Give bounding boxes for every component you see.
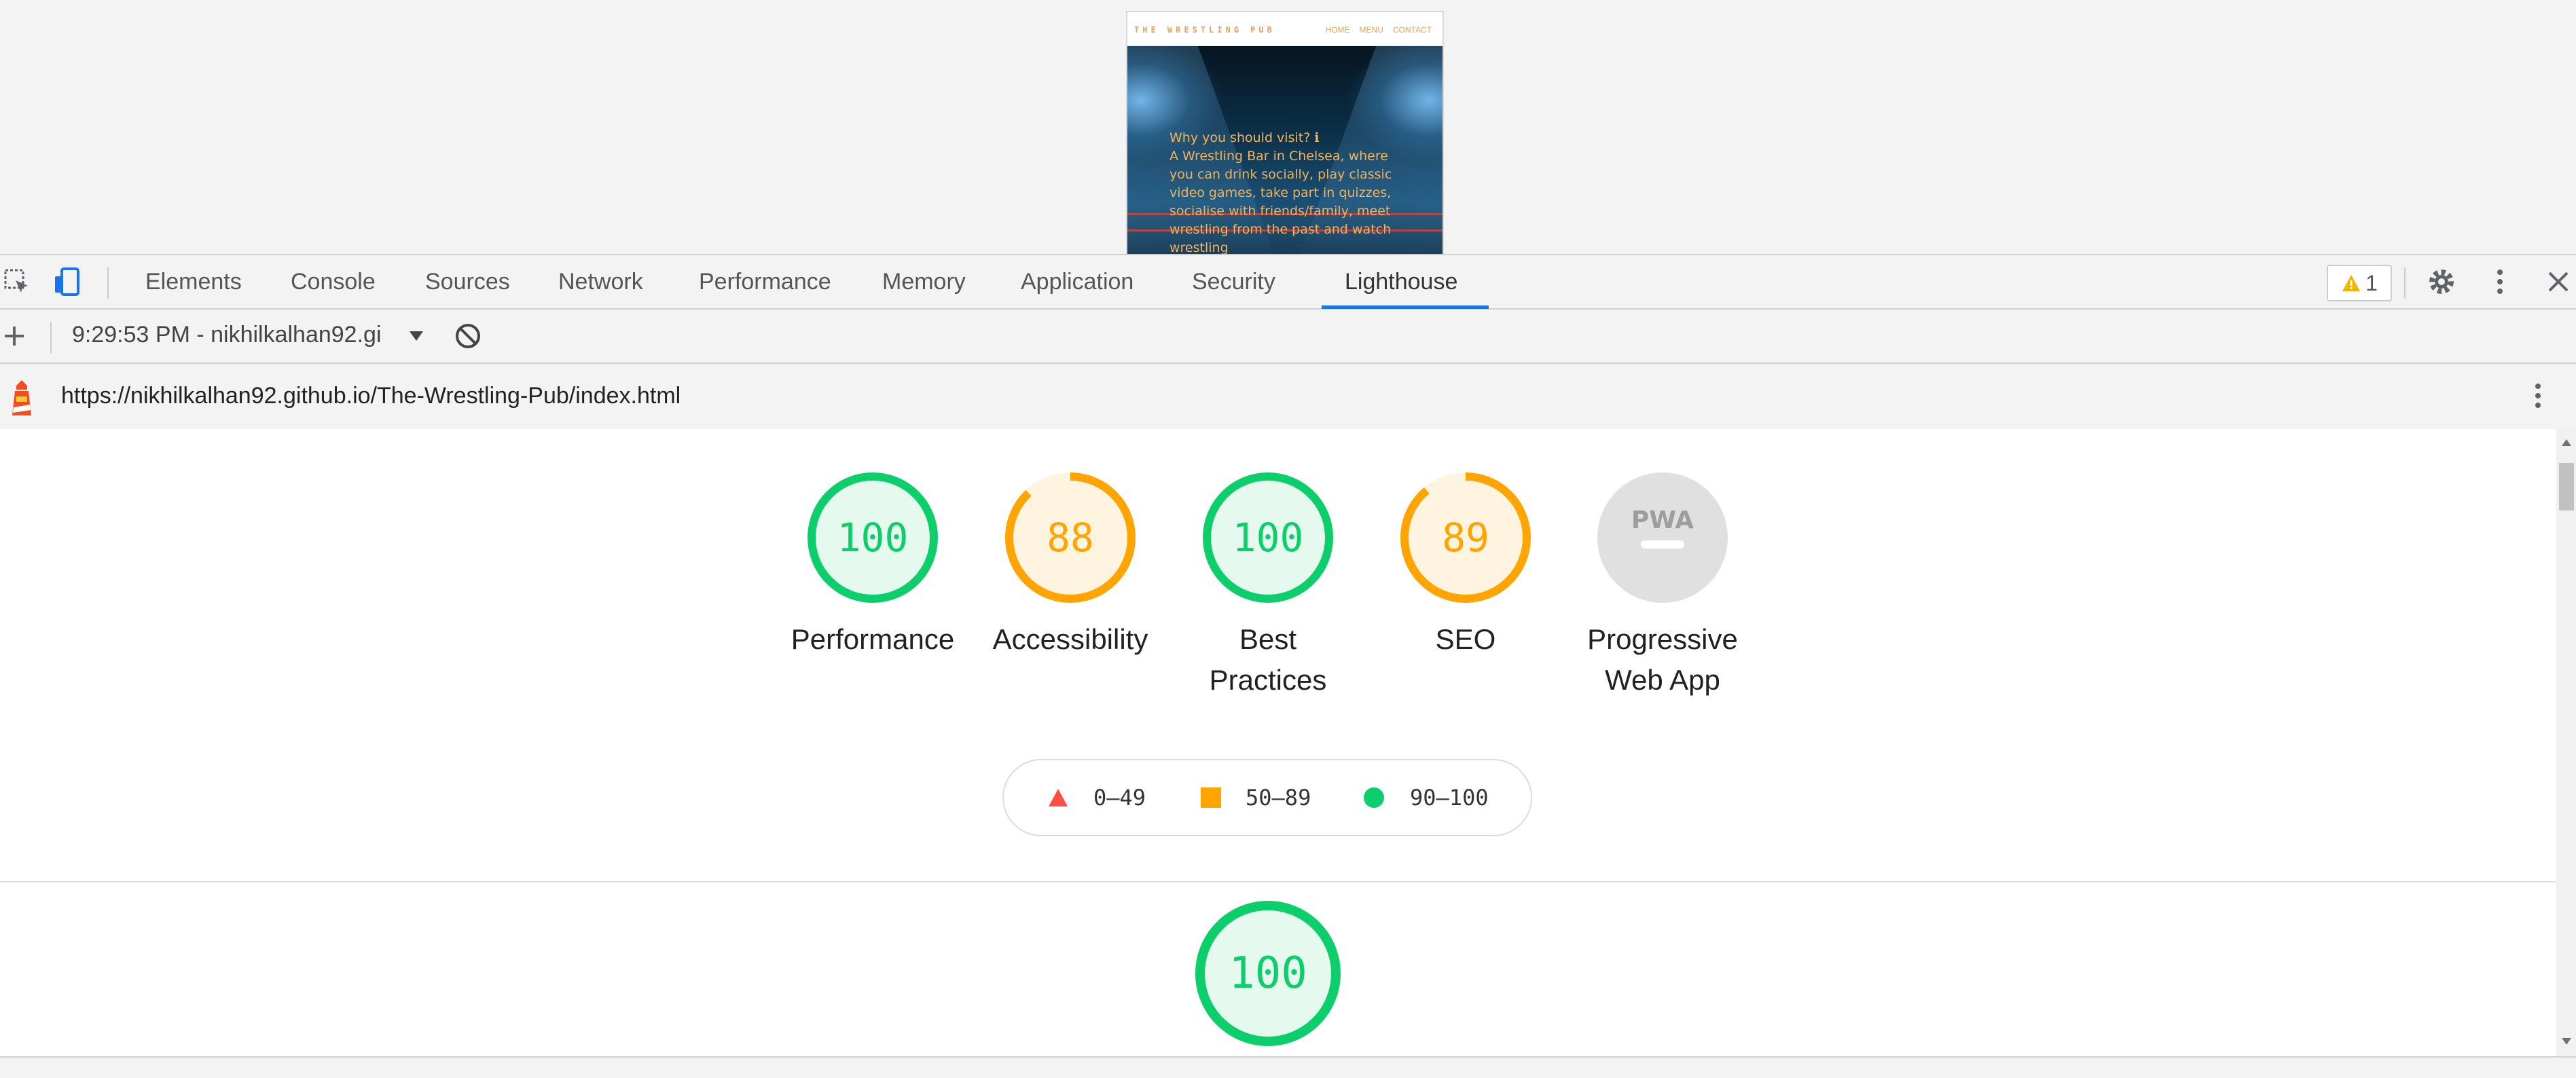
hero-line: wrestling from the past and watch [1169, 222, 1392, 237]
gauge-label-line: Performance [791, 623, 955, 655]
report-selector[interactable]: 9:29:53 PM - nikhilkalhan92.gi [72, 322, 398, 348]
gauge-label-line: Practices [1209, 664, 1327, 696]
pwa-badge-text: PWA [1631, 506, 1694, 534]
gauge-label: Accessibility [972, 619, 1169, 660]
device-viewport: THE WRESTLING PUB HOME MENU CONTACT Why … [1127, 12, 1443, 254]
more-options-icon[interactable] [2483, 265, 2517, 299]
gauge-label-line: Accessibility [992, 623, 1148, 655]
hero-line: A Wrestling Bar in Chelsea, where [1169, 149, 1388, 164]
site-header: THE WRESTLING PUB HOME MENU CONTACT [1127, 12, 1443, 46]
gauge-label: SEO [1367, 619, 1564, 660]
gauge-ring: 100 [1195, 901, 1341, 1046]
hero-line: socialise with friends/family, meet [1169, 204, 1391, 219]
performance-detail-gauge: 100 [1169, 899, 1366, 1048]
hero-text: Why you should visit? ℹ A Wrestling Bar … [1169, 129, 1407, 254]
hero-line: wrestling [1169, 240, 1229, 254]
toolbar-separator [2404, 267, 2406, 299]
tab-security[interactable]: Security [1192, 269, 1275, 295]
warnings-count: 1 [2365, 270, 2378, 295]
toolbar-separator [107, 267, 109, 299]
average-square-icon [1201, 787, 1221, 808]
pwa-badge-background [1597, 472, 1728, 603]
page-preview-area: THE WRESTLING PUB HOME MENU CONTACT Why … [0, 0, 2576, 254]
report-url[interactable]: https://nikhilkalhan92.github.io/The-Wre… [61, 383, 681, 409]
site-logo[interactable]: THE WRESTLING PUB [1134, 25, 1275, 35]
hero-banner: Why you should visit? ℹ A Wrestling Bar … [1127, 46, 1443, 254]
gauge-label: Performance [774, 619, 971, 660]
tab-performance[interactable]: Performance [699, 269, 831, 295]
report-url-bar: https://nikhilkalhan92.github.io/The-Wre… [0, 364, 2576, 429]
lighthouse-toolbar: 9:29:53 PM - nikhilkalhan92.gi [0, 310, 2576, 364]
dropdown-arrow-icon[interactable] [399, 319, 433, 353]
score-legend: 0–49 50–89 90–100 [1002, 759, 1532, 836]
lighthouse-report: 100 Performance 88 Accessibility 100 Bes… [0, 429, 2556, 1056]
site-nav: HOME MENU CONTACT [1326, 25, 1432, 35]
gauge-label-line: Web App [1605, 664, 1720, 696]
device-toolbar-icon[interactable] [50, 265, 84, 299]
gauge-score-value: 100 [837, 515, 909, 561]
gauge-label: Best Practices [1169, 619, 1366, 701]
inspect-element-icon[interactable] [0, 265, 34, 299]
warning-icon [2342, 275, 2361, 291]
gauge-label-line: SEO [1435, 623, 1496, 655]
gauge-ring: 100 [808, 472, 938, 603]
tab-application[interactable]: Application [1021, 269, 1133, 295]
scrollbar-thumb[interactable] [2559, 463, 2574, 510]
gauge-label-line: Progressive [1587, 623, 1738, 655]
tab-lighthouse[interactable]: Lighthouse [1345, 269, 1457, 295]
hero-line: video games, take part in quizzes, [1169, 185, 1392, 200]
scroll-up-arrow-icon[interactable] [2561, 439, 2572, 447]
gauge-score-value: 89 [1442, 515, 1489, 561]
score-gauge-accessibility[interactable]: 88 Accessibility [972, 470, 1169, 660]
drawer-bar [0, 1056, 2576, 1078]
close-devtools-icon[interactable] [2541, 265, 2575, 299]
report-scrollbar[interactable] [2556, 429, 2576, 1056]
score-gauge-seo[interactable]: 89 SEO [1367, 470, 1564, 660]
toolbar-separator [50, 322, 52, 353]
gauge-ring: 100 [1203, 472, 1333, 603]
clear-reports-icon[interactable] [451, 319, 485, 353]
tab-memory[interactable]: Memory [882, 269, 966, 295]
gauge-score-value: 100 [1233, 515, 1304, 561]
nav-menu-link[interactable]: MENU [1360, 25, 1383, 35]
pwa-badge: PWA [1597, 472, 1728, 603]
tab-network[interactable]: Network [558, 269, 643, 295]
devtools-panel: Elements Console Sources Network Perform… [0, 254, 2576, 1078]
score-gauge-pwa[interactable]: PWA Progressive Web App [1564, 470, 1761, 701]
gauge-score-value: 88 [1047, 515, 1094, 561]
warnings-badge[interactable]: 1 [2327, 265, 2392, 301]
score-gauge-best-practices[interactable]: 100 Best Practices [1169, 470, 1366, 701]
screen: THE WRESTLING PUB HOME MENU CONTACT Why … [0, 0, 2576, 1078]
gauge-score-value: 100 [1229, 948, 1307, 999]
gauge-label-line: Best [1239, 623, 1297, 655]
tab-console[interactable]: Console [291, 269, 376, 295]
hero-heading: Why you should visit? ℹ [1169, 130, 1320, 145]
settings-gear-icon[interactable] [2425, 265, 2459, 299]
lighthouse-logo-icon [8, 379, 35, 420]
nav-home-link[interactable]: HOME [1326, 25, 1350, 35]
pass-circle-icon [1364, 787, 1384, 808]
score-gauge-performance[interactable]: 100 Performance [774, 470, 971, 660]
new-report-plus-icon[interactable] [0, 319, 31, 353]
gauge-ring: 89 [1400, 472, 1531, 603]
scroll-down-arrow-icon[interactable] [2561, 1037, 2572, 1045]
nav-contact-link[interactable]: CONTACT [1393, 25, 1432, 35]
gauge-ring: 88 [1005, 472, 1136, 603]
legend-fail-range: 0–49 [1093, 785, 1146, 811]
gauge-label: Progressive Web App [1564, 619, 1761, 701]
legend-average-range: 50–89 [1246, 785, 1311, 811]
report-menu-icon[interactable] [2521, 379, 2555, 413]
hero-line: you can drink socially, play classic [1169, 167, 1392, 182]
fail-triangle-icon [1049, 789, 1068, 806]
section-divider [0, 881, 2556, 882]
devtools-tabbar: Elements Console Sources Network Perform… [0, 254, 2576, 310]
tab-elements[interactable]: Elements [145, 269, 242, 295]
legend-pass-range: 90–100 [1410, 785, 1489, 811]
active-tab-indicator [1322, 305, 1489, 309]
tab-sources[interactable]: Sources [425, 269, 510, 295]
pwa-na-dash [1641, 540, 1684, 549]
